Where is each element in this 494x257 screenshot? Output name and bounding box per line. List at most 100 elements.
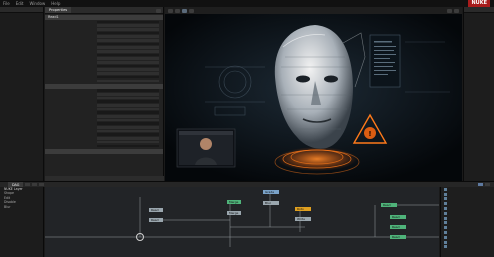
viewer-channel-button[interactable] [168,8,173,13]
node-connections [45,193,439,247]
panel-close-icon[interactable] [156,8,161,13]
viewer-gain-button[interactable] [182,8,187,13]
frame-back-button[interactable] [25,183,31,186]
viewer-toolbar [165,7,462,14]
property-value-field[interactable] [97,46,159,49]
property-value-field[interactable] [97,42,159,46]
menu-edit[interactable]: Edit [13,0,27,7]
property-value-field[interactable] [97,144,159,148]
svg-text:Roto: Roto [297,207,304,211]
node-icon [444,221,447,225]
webcam-inset [176,128,236,168]
property-value-field[interactable] [97,72,159,75]
section-header[interactable] [45,148,163,154]
node-icon [444,245,447,249]
svg-text:Write: Write [297,217,305,221]
properties-panel: Properties Read1 [45,7,164,181]
viewer-zoom-button[interactable] [447,8,452,13]
property-value-field[interactable] [97,126,159,129]
menu-file[interactable]: File [0,0,13,7]
nodes: Read Read Merge Merge Grade Blur Roto Wr… [149,190,406,239]
property-value-field[interactable] [97,115,159,118]
svg-text:Merge: Merge [229,200,239,204]
property-value-field[interactable] [97,92,159,96]
property-value-field[interactable] [97,31,159,35]
property-value-field[interactable] [97,118,159,122]
menu-window[interactable]: Window [26,0,48,7]
tab-properties[interactable]: Properties [45,7,72,13]
toolbox-item[interactable] [441,245,494,250]
node-icon [444,211,447,215]
node-icon [444,235,447,239]
property-value-field[interactable] [97,53,159,57]
property-value-field[interactable] [97,27,159,31]
svg-text:Read: Read [392,235,400,239]
viewer-settings-icon[interactable] [454,8,459,13]
node-icon [444,207,447,211]
property-value-field[interactable] [97,96,159,100]
property-row [45,79,163,83]
property-value-field[interactable] [97,107,159,111]
property-value-field[interactable] [97,57,159,61]
menu-help[interactable]: Help [48,0,63,7]
node-icon [444,197,447,201]
svg-text:!: ! [368,130,371,138]
property-value-field[interactable] [97,100,159,103]
svg-text:Read: Read [392,215,400,219]
nuke-app-window: File Edit Window Help NUKE Properties Re… [0,0,494,257]
property-rows [45,20,163,83]
property-rows [45,89,163,148]
property-value-field[interactable] [97,133,159,137]
toolbox-panel [440,187,494,257]
play-button[interactable] [32,183,38,186]
property-value-field[interactable] [97,122,159,126]
svg-text:Read: Read [151,208,159,212]
timeline-end-button[interactable] [485,183,490,186]
node-icon [444,231,447,235]
property-value-field[interactable] [97,111,159,114]
property-row [45,144,163,148]
orange-glow [277,147,357,171]
property-value-field[interactable] [97,79,159,83]
viewer-mode-button[interactable] [175,8,180,13]
property-value-field[interactable] [97,103,159,107]
node-info-panel: NUKE Layer Shape Edit Disable Blur [0,187,44,257]
property-value-field[interactable] [97,137,159,140]
right-panel-header [464,7,494,13]
node-graph-canvas: Read Read Merge Merge Grade Blur Roto Wr… [45,190,439,247]
property-value-field[interactable] [97,50,159,53]
node-graph[interactable]: Read Read Merge Merge Grade Blur Roto Wr… [45,187,439,257]
left-tree-header [0,7,43,13]
info-line: Blur [4,204,11,209]
node-icon [444,240,447,244]
property-value-field[interactable] [97,129,159,133]
property-value-field[interactable] [97,75,159,79]
left-tree-panel [0,7,44,181]
frame-forward-button[interactable] [39,183,45,186]
menu-bar: File Edit Window Help NUKE [0,0,494,7]
timeline-marker[interactable] [478,183,483,186]
property-value-field[interactable] [97,20,159,24]
brand-logo: NUKE [468,0,490,7]
properties-tabs: Properties [45,7,163,14]
property-value-field[interactable] [97,68,159,72]
node-icon [444,202,447,206]
property-value-field[interactable] [97,89,159,92]
property-value-field[interactable] [97,24,159,27]
svg-text:Read: Read [392,225,400,229]
node-icon [444,226,447,230]
property-value-field[interactable] [97,61,159,64]
property-value-field[interactable] [97,64,159,68]
viewer-panel[interactable]: ! [165,7,462,181]
svg-text:Read: Read [151,218,159,222]
viewer-canvas: ! [165,14,462,181]
node-icon [444,187,447,191]
node-icon [444,192,447,196]
svg-text:Grade: Grade [265,190,274,194]
svg-text:Merge: Merge [229,211,239,215]
property-value-field[interactable] [97,140,159,144]
property-value-field[interactable] [97,38,159,42]
viewer-gamma-button[interactable] [189,8,194,13]
node-icon [444,216,447,220]
property-value-field[interactable] [97,35,159,38]
